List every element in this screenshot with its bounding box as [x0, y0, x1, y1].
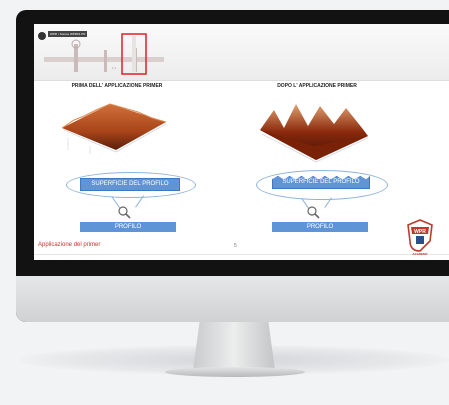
page-number: 5 — [234, 243, 237, 249]
surface-plot-before — [61, 103, 167, 154]
profile-button-before[interactable]: PROFILO — [80, 222, 176, 232]
slide-screen: 1.1 WPR • Source WPR01 PR PRIMA DELL' AP… — [34, 24, 449, 260]
pipe-illustration: 1.1 — [44, 33, 164, 75]
brand-subtitle: ACADEMY — [412, 252, 428, 256]
title-before-primer: PRIMA DELL' APPLICAZIONE PRIMER — [71, 83, 163, 89]
desktop-scene: 1.1 WPR • Source WPR01 PR PRIMA DELL' AP… — [0, 0, 449, 405]
surface-profile-button-before[interactable]: SUPERFICIE DEL PROFILO — [80, 178, 180, 191]
company-logo-small — [38, 32, 46, 40]
magnifier-icon[interactable] — [117, 205, 131, 219]
monitor-stand-base — [165, 367, 305, 377]
brand-name: WPR — [414, 229, 426, 235]
monitor-chin — [16, 276, 449, 322]
monitor-stand-neck — [193, 322, 275, 370]
magnifier-icon[interactable] — [306, 205, 320, 219]
profile-button-after[interactable]: PROFILO — [272, 222, 368, 232]
footer-section-label[interactable]: Applicazione del primer — [38, 242, 100, 248]
svg-text:1.1: 1.1 — [112, 66, 117, 70]
surface-plot-after — [260, 104, 369, 163]
wpr-shield-logo: WPR — [407, 219, 433, 252]
document-tag: WPR • Source WPR01 PR — [48, 31, 88, 37]
slide-header-banner: 1.1 WPR • Source WPR01 PR — [34, 24, 449, 81]
slide-footer — [34, 254, 449, 260]
